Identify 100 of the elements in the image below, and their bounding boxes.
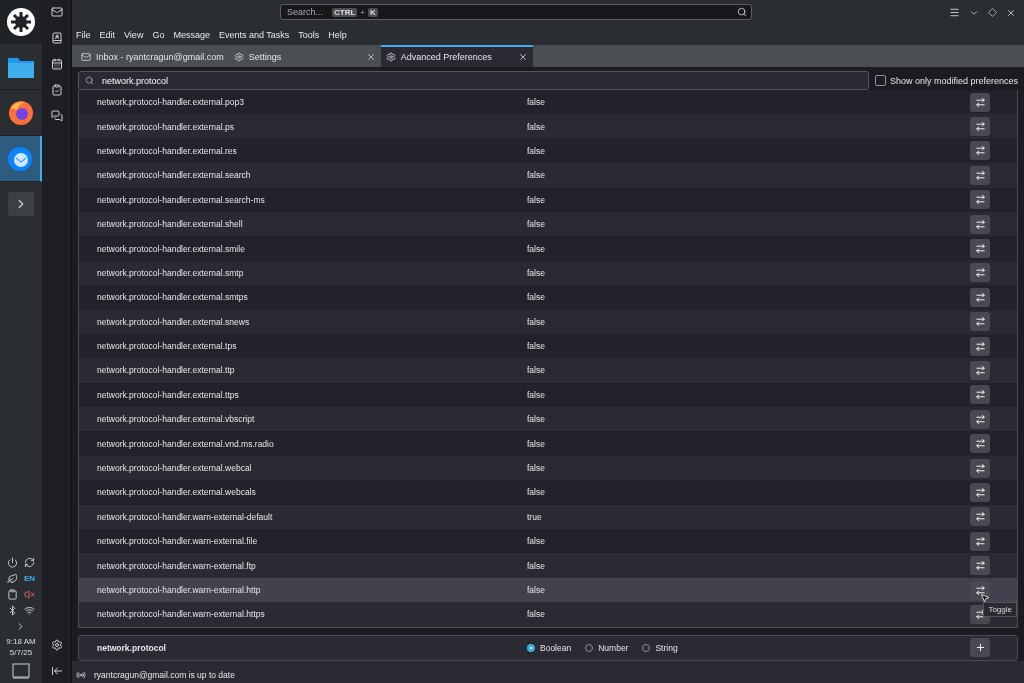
radio-option[interactable]: Boolean [527, 642, 572, 653]
menu-item[interactable]: Edit [99, 30, 116, 40]
menu-item[interactable]: Tools [298, 30, 320, 40]
swap-icon [974, 413, 986, 425]
tab-label: Inbox - ryantcragun@gmail.com [96, 52, 224, 62]
preference-name: network.protocol-handler.external.snews [97, 316, 251, 327]
toggle-button[interactable] [970, 190, 990, 210]
preference-value: false [527, 194, 546, 205]
swap-icon [974, 486, 986, 498]
muted-speaker-icon [24, 589, 35, 601]
bluetooth-icon [7, 605, 18, 617]
swap-icon [974, 584, 986, 596]
app-tile[interactable] [0, 136, 42, 182]
menu-item[interactable]: Events and Tasks [218, 30, 290, 40]
checkbox[interactable]: Show only modified preferences [874, 75, 1018, 86]
toggle-button[interactable] [970, 336, 990, 356]
swap-icon [974, 96, 986, 108]
toggle-button[interactable] [970, 287, 990, 307]
clipboard-icon [7, 589, 18, 601]
calendar-icon [51, 58, 63, 70]
menu-item[interactable]: Go [152, 30, 165, 40]
address-book-icon [51, 32, 63, 44]
toggle-button[interactable] [970, 482, 990, 502]
radio-option[interactable]: String [642, 642, 678, 653]
toggle-button[interactable] [970, 458, 990, 478]
swap-icon [974, 218, 986, 230]
preference-name: network.protocol-handler.external.webcals [97, 487, 257, 498]
preference-value: false [527, 170, 546, 181]
preference-name: network.protocol-handler.external.search-ms [97, 194, 266, 205]
preference-value: false [527, 487, 546, 498]
filter-field[interactable]: network.protocol [100, 74, 862, 87]
toggle-button[interactable] [970, 165, 990, 185]
toggle-button[interactable] [970, 141, 990, 161]
preference-value: false [527, 243, 546, 254]
swap-icon [974, 511, 986, 523]
swap-icon [974, 535, 986, 547]
browser-icon[interactable] [8, 99, 34, 126]
toggle-button[interactable] [970, 507, 990, 527]
gear-icon [385, 52, 396, 62]
preference-name: network.protocol-handler.external.tps [97, 341, 238, 352]
preference-value: true [527, 511, 543, 522]
language-indicator[interactable]: EN [23, 574, 36, 584]
toggle-button[interactable] [970, 239, 990, 259]
radio-option[interactable]: Number [585, 642, 629, 653]
search-box[interactable]: Search... CTRL + K [280, 4, 752, 20]
desktop-icon[interactable] [12, 663, 30, 679]
preference-value: false [527, 438, 546, 449]
close-icon[interactable] [365, 52, 376, 62]
menu-item[interactable]: View [124, 30, 144, 40]
leaf-icon [6, 573, 18, 585]
clock[interactable]: 9:18 AM 5/7/25 [6, 637, 36, 658]
mail-icon [81, 52, 91, 62]
add-button[interactable] [970, 638, 990, 658]
tab[interactable]: Inbox - ryantcragun@gmail.com [76, 45, 229, 67]
key-cap: CTRL [332, 7, 358, 17]
menu-item[interactable]: Message [173, 30, 210, 40]
power-icon [7, 557, 18, 569]
gear-logo-icon[interactable] [6, 7, 36, 37]
preference-value: false [527, 121, 546, 132]
toggle-button[interactable] [970, 556, 990, 576]
toggle-button[interactable] [970, 117, 990, 137]
pointer-icon [980, 592, 990, 603]
swap-icon [974, 389, 986, 401]
toggle-button[interactable] [970, 361, 990, 380]
toggle-button[interactable] [970, 312, 990, 332]
swap-icon [974, 145, 986, 157]
swap-icon [974, 121, 986, 133]
toggle-button[interactable] [970, 385, 990, 405]
menu-item[interactable]: File [76, 30, 91, 40]
preference-name: network.protocol-handler.external.vnd.ms.radio [97, 438, 275, 449]
menu-item[interactable]: Help [328, 30, 347, 40]
toggle-button[interactable] [970, 531, 990, 551]
tab-label: Advanced Preferences [400, 52, 493, 62]
preference-value: false [527, 292, 546, 303]
refresh-icon [24, 557, 35, 569]
preference-value: false [527, 560, 546, 571]
expand-button[interactable] [8, 192, 34, 216]
tab[interactable]: Advanced Preferences [380, 45, 533, 67]
tab[interactable]: Settings [228, 45, 381, 67]
filter-box[interactable]: network.protocol [78, 71, 869, 90]
toggle-button[interactable] [970, 214, 990, 234]
swap-icon [974, 608, 986, 620]
wifi-icon [24, 605, 35, 617]
menu-icon [949, 7, 960, 18]
preference-value: false [527, 145, 546, 156]
preference-value: false [527, 365, 546, 376]
close-icon[interactable] [517, 52, 528, 62]
preference-name: network.protocol-handler.external.smtps [97, 292, 249, 303]
toggle-button[interactable] [970, 92, 990, 112]
preference-name: network.protocol-handler.warn-external-default [97, 511, 274, 522]
signal-icon [76, 670, 86, 680]
search-field[interactable]: Search... [285, 6, 329, 18]
toggle-button[interactable] [970, 434, 990, 454]
toggle-button[interactable] [970, 263, 990, 283]
preference-name: network.protocol-handler.warn-external.https [97, 609, 266, 620]
maximize-icon [988, 8, 997, 17]
status-text: ryantcragun@gmail.com is up to date [94, 670, 235, 680]
collapse-icon [51, 665, 63, 677]
toggle-button[interactable] [970, 409, 990, 429]
preference-name: network.protocol-handler.external.shell [97, 219, 244, 230]
